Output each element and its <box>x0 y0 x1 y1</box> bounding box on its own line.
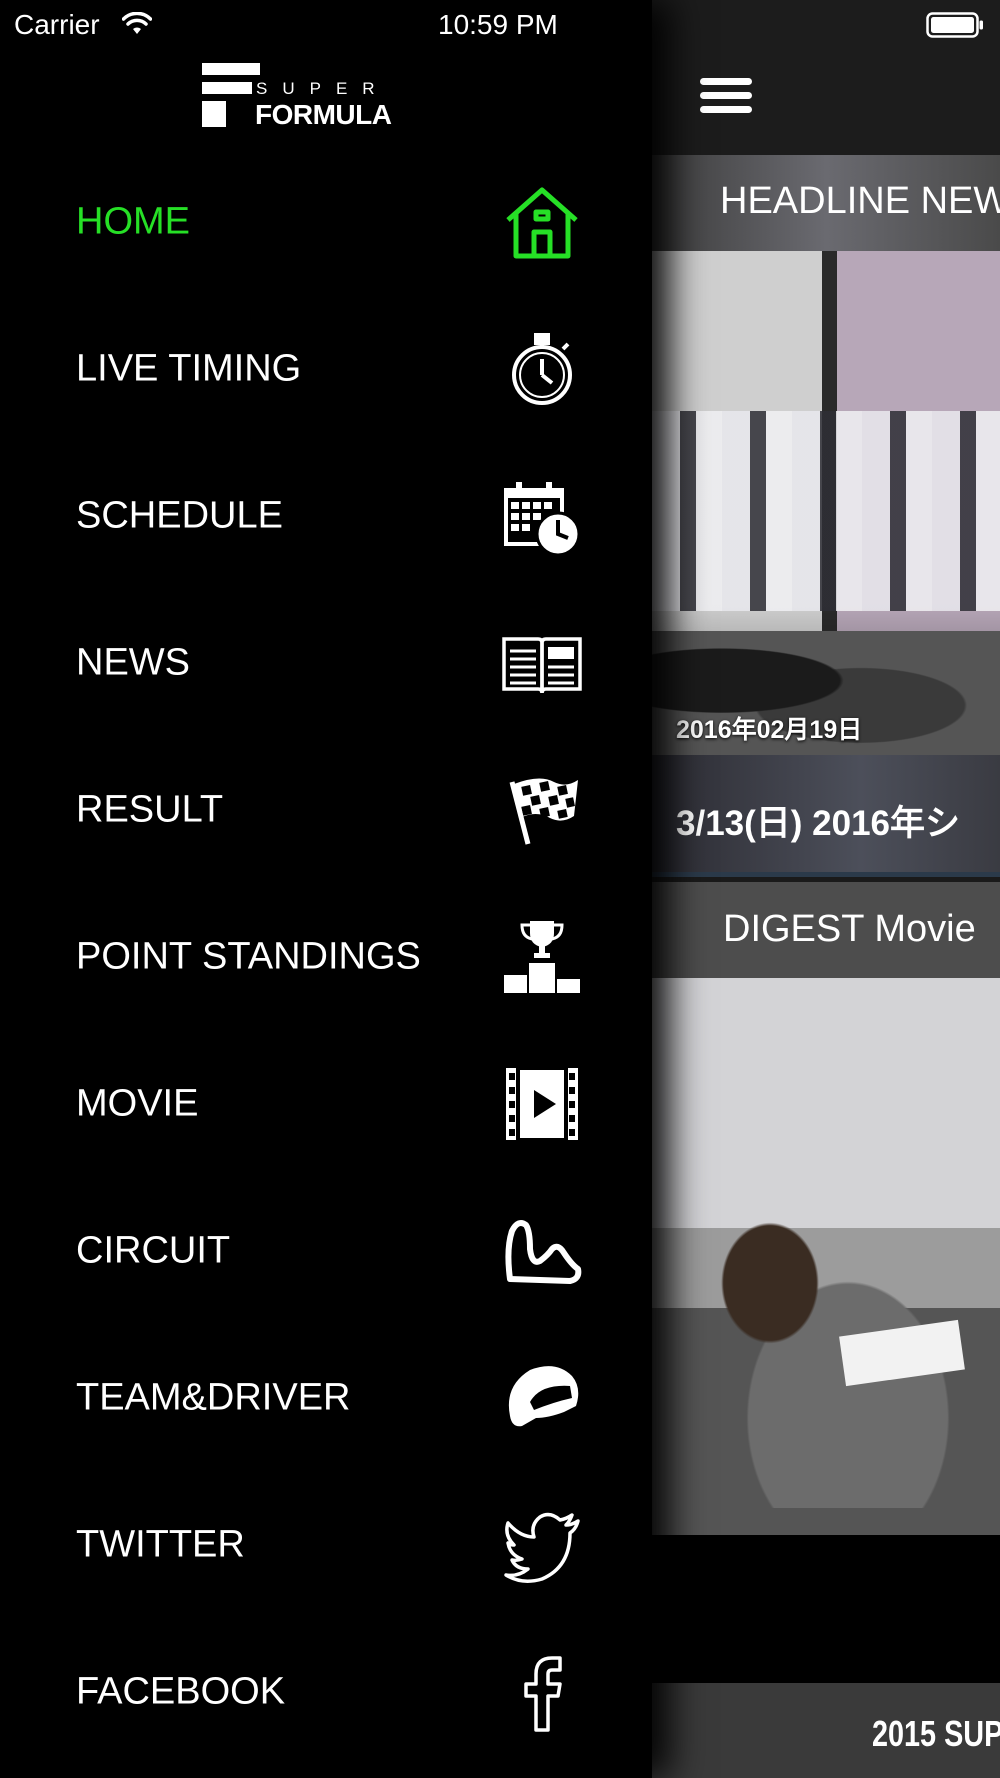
facebook-icon <box>500 1650 584 1734</box>
navigation-drawer: SUPER FORMULA HOME LIVE TIMING SCHEDULE … <box>0 0 652 1778</box>
digest-movie-header: DIGEST Movie <box>652 882 1000 978</box>
carrier-label: Carrier <box>14 9 100 40</box>
podium-trophy-icon <box>500 915 584 999</box>
stopwatch-icon <box>500 327 584 411</box>
menu-label: NEWS <box>76 641 190 683</box>
photo-drivers-group <box>652 411 1000 611</box>
menu-item-result[interactable]: RESULT <box>0 736 652 883</box>
menu-label: TWITTER <box>76 1523 245 1565</box>
menu-item-facebook[interactable]: FACEBOOK <box>0 1618 652 1765</box>
circuit-track-icon <box>500 1209 584 1293</box>
news-date: 2016年02月19日 <box>676 716 863 744</box>
menu-label: CIRCUIT <box>76 1229 231 1271</box>
super-formula-logo: SUPER FORMULA <box>202 63 398 130</box>
menu-label: POINT STANDINGS <box>76 935 421 977</box>
news-title-bar[interactable]: 3/13(日) 2016年シ <box>652 755 1000 877</box>
content-spacer <box>652 1535 1000 1683</box>
menu-item-twitter[interactable]: TWITTER <box>0 1471 652 1618</box>
newspaper-icon <box>500 621 584 705</box>
logo-mark <box>202 63 262 127</box>
menu-item-news[interactable]: NEWS <box>0 589 652 736</box>
menu-item-live-timing[interactable]: LIVE TIMING <box>0 295 652 442</box>
menu-item-movie[interactable]: MOVIE <box>0 1030 652 1177</box>
menu-item-point-standings[interactable]: POINT STANDINGS <box>0 883 652 1030</box>
home-icon <box>500 180 584 264</box>
menu-label: MOVIE <box>76 1082 199 1124</box>
calendar-clock-icon <box>500 474 584 558</box>
headline-news-header: HEADLINE NEW <box>652 155 1000 251</box>
menu-item-schedule[interactable]: SCHEDULE <box>0 442 652 589</box>
menu-label: HOME <box>76 200 190 242</box>
menu-label: SCHEDULE <box>76 494 283 536</box>
wifi-icon <box>122 12 152 34</box>
bottom-banner-text: 2015 SUPE <box>872 1713 1000 1754</box>
checkered-flag-icon <box>500 768 584 852</box>
menu-item-home[interactable]: HOME <box>0 148 652 295</box>
menu-item-circuit[interactable]: CIRCUIT <box>0 1177 652 1324</box>
logo-text-super: SUPER <box>256 79 390 98</box>
hamburger-menu-icon[interactable] <box>700 78 752 118</box>
digest-movie-thumbnail[interactable] <box>652 978 1000 1535</box>
menu-label: RESULT <box>76 788 224 830</box>
battery-icon <box>926 12 983 38</box>
film-play-icon <box>500 1062 584 1146</box>
headline-news-image[interactable] <box>652 251 1000 755</box>
menu-label: FACEBOOK <box>76 1670 286 1712</box>
menu-label: LIVE TIMING <box>76 347 302 389</box>
bottom-banner[interactable]: 2015 SUPE <box>652 1683 1000 1778</box>
headline-news-title: HEADLINE NEW <box>720 180 1000 222</box>
menu-item-team-driver[interactable]: TEAM&DRIVER <box>0 1324 652 1471</box>
main-content: HEADLINE NEW 2016年02月19日 3/13(日) 2016年シ … <box>652 0 1000 1778</box>
logo-text-formula: FORMULA <box>255 99 392 130</box>
helmet-icon <box>500 1356 584 1440</box>
news-title: 3/13(日) 2016年シ <box>676 804 961 843</box>
status-time: 10:59 PM <box>438 9 558 40</box>
twitter-bird-icon <box>500 1503 584 1587</box>
menu-label: TEAM&DRIVER <box>76 1376 351 1418</box>
digest-movie-title: DIGEST Movie <box>723 908 976 950</box>
status-bar: Carrier 10:59 PM <box>0 0 1000 50</box>
